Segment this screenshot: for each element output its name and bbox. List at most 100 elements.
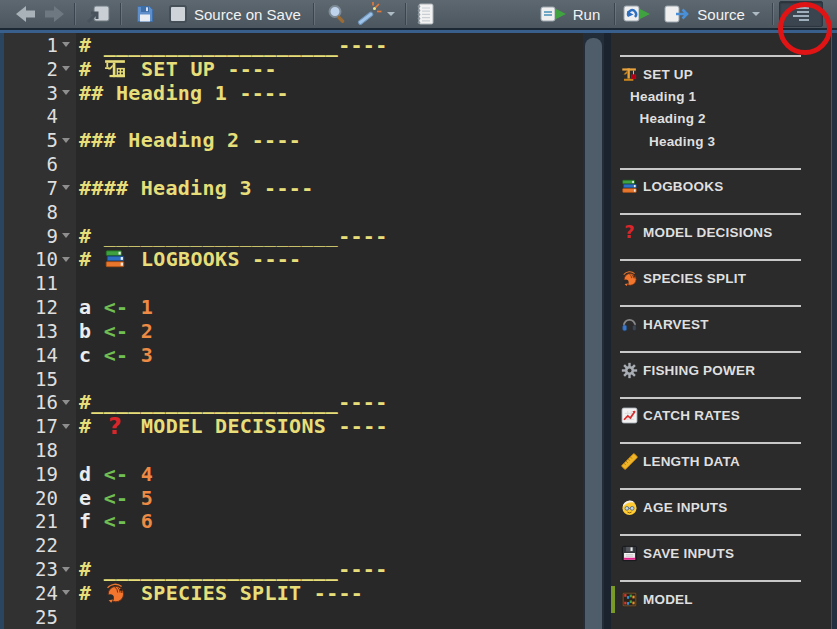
code-line[interactable]: c <- 3 — [76, 343, 583, 367]
document-outline-toggle-button[interactable] — [779, 1, 823, 27]
editor-line[interactable]: 24# SPECIES SPLIT ---- — [4, 581, 583, 605]
code-line[interactable]: a <- 1 — [76, 295, 583, 319]
code-line[interactable]: ## Heading 1 ---- — [76, 81, 583, 105]
code-line[interactable] — [76, 104, 583, 128]
source-button[interactable]: Source — [664, 3, 745, 25]
editor-line[interactable]: 4 — [4, 104, 583, 128]
fold-chevron-icon[interactable] — [62, 42, 70, 47]
editor-line[interactable]: 2# SET UP ---- — [4, 57, 583, 81]
outline-item[interactable]: HARVEST — [620, 313, 831, 335]
outline-separator[interactable] — [620, 351, 801, 353]
wand-dropdown-caret[interactable] — [387, 12, 395, 16]
code-line[interactable]: f <- 6 — [76, 510, 583, 534]
editor-line[interactable]: 9# ___________________---- — [4, 224, 583, 248]
fold-chevron-icon[interactable] — [62, 567, 70, 572]
code-line[interactable]: # LOGBOOKS ---- — [76, 247, 583, 271]
scrollbar-thumb[interactable] — [585, 38, 602, 629]
compile-notebook-icon[interactable] — [414, 2, 436, 26]
code-line[interactable]: # SPECIES SPLIT ---- — [76, 581, 583, 605]
fold-chevron-icon[interactable] — [62, 590, 70, 595]
editor-line[interactable]: 11 — [4, 271, 583, 295]
editor-line[interactable]: 3## Heading 1 ---- — [4, 81, 583, 105]
code-tools-wand-icon[interactable] — [356, 2, 383, 26]
code-line[interactable] — [76, 605, 583, 629]
outline-item[interactable]: LOGBOOKS — [620, 176, 831, 198]
code-line[interactable]: #### Heading 3 ---- — [76, 176, 583, 200]
show-in-new-window-icon[interactable] — [85, 3, 111, 25]
fold-chevron-icon[interactable] — [62, 185, 70, 190]
code-line[interactable]: #____________________---- — [76, 390, 583, 414]
outline-item[interactable]: Heading 3 — [620, 130, 831, 152]
editor-line[interactable]: 20e <- 5 — [4, 486, 583, 510]
fold-chevron-icon[interactable] — [62, 138, 70, 143]
source-dropdown-caret[interactable] — [752, 12, 760, 16]
save-icon[interactable] — [135, 4, 155, 24]
outline-separator[interactable] — [620, 213, 801, 215]
editor-line[interactable]: 21f <- 6 — [4, 510, 583, 534]
editor-line[interactable]: 13b <- 2 — [4, 319, 583, 343]
rerun-icon[interactable] — [623, 3, 650, 25]
outline-separator[interactable] — [620, 442, 801, 444]
fold-chevron-icon[interactable] — [62, 424, 70, 429]
editor-line[interactable]: 23# ___________________---- — [4, 557, 583, 581]
editor-line[interactable]: 8 — [4, 200, 583, 224]
editor-line[interactable]: 15 — [4, 367, 583, 391]
search-icon[interactable] — [326, 3, 348, 25]
code-editor[interactable]: 1# ___________________----2# SET UP ----… — [4, 33, 583, 629]
code-line[interactable]: ### Heading 2 ---- — [76, 128, 583, 152]
outline-item[interactable]: SET UP — [620, 63, 831, 85]
outline-separator[interactable] — [620, 534, 801, 536]
editor-line[interactable]: 19d <- 4 — [4, 462, 583, 486]
code-line[interactable]: # SET UP ---- — [76, 57, 583, 81]
code-line[interactable] — [76, 533, 583, 557]
fold-chevron-icon[interactable] — [62, 66, 70, 71]
outline-item[interactable]: FISHING POWER — [620, 359, 831, 381]
editor-line[interactable]: 10# LOGBOOKS ---- — [4, 247, 583, 271]
editor-line[interactable]: 18 — [4, 438, 583, 462]
outline-separator[interactable] — [620, 305, 801, 307]
fold-chevron-icon[interactable] — [62, 233, 70, 238]
editor-line[interactable]: 12a <- 1 — [4, 295, 583, 319]
outline-separator[interactable] — [620, 55, 801, 57]
outline-item[interactable]: AGE INPUTS — [620, 496, 831, 518]
code-line[interactable]: # ___________________---- — [76, 224, 583, 248]
code-line[interactable]: # ? MODEL DECISIONS ---- — [76, 414, 583, 438]
outline-separator[interactable] — [620, 168, 801, 170]
editor-line[interactable]: 14c <- 3 — [4, 343, 583, 367]
code-line[interactable] — [76, 152, 583, 176]
fold-chevron-icon[interactable] — [62, 257, 70, 262]
code-line[interactable] — [76, 200, 583, 224]
back-icon[interactable] — [14, 3, 38, 25]
editor-line[interactable]: 5### Heading 2 ---- — [4, 128, 583, 152]
code-line[interactable]: # ___________________---- — [76, 33, 583, 57]
fold-chevron-icon[interactable] — [62, 90, 70, 95]
outline-separator[interactable] — [620, 259, 801, 261]
code-line[interactable]: b <- 2 — [76, 319, 583, 343]
editor-line[interactable]: 1# ___________________---- — [4, 33, 583, 57]
code-line[interactable]: # ___________________---- — [76, 557, 583, 581]
editor-line[interactable]: 6 — [4, 152, 583, 176]
source-on-save-label[interactable]: Source on Save — [194, 6, 301, 23]
fold-chevron-icon[interactable] — [62, 400, 70, 405]
editor-line[interactable]: 22 — [4, 533, 583, 557]
editor-line[interactable]: 25 — [4, 605, 583, 629]
outline-item[interactable]: ?MODEL DECISIONS — [620, 221, 831, 243]
editor-line[interactable]: 16#____________________---- — [4, 390, 583, 414]
outline-item[interactable]: Heading 1 — [620, 85, 831, 107]
code-line[interactable] — [76, 271, 583, 295]
outline-separator[interactable] — [620, 580, 801, 582]
outline-item[interactable]: CATCH RATES — [620, 405, 831, 427]
outline-item[interactable]: LENGTH DATA — [620, 450, 831, 472]
source-on-save-checkbox[interactable] — [169, 5, 187, 23]
code-line[interactable]: d <- 4 — [76, 462, 583, 486]
run-button[interactable]: Run — [540, 3, 601, 25]
code-line[interactable] — [76, 367, 583, 391]
editor-scrollbar[interactable] — [583, 33, 604, 629]
forward-icon[interactable] — [42, 3, 66, 25]
editor-line[interactable]: 17# ? MODEL DECISIONS ---- — [4, 414, 583, 438]
outline-item[interactable]: SAVE INPUTS — [620, 542, 831, 564]
outline-item[interactable]: Heading 2 — [620, 108, 831, 130]
outline-separator[interactable] — [620, 397, 801, 399]
outline-item[interactable]: SPECIES SPLIT — [620, 267, 831, 289]
outline-item[interactable]: MODEL — [620, 588, 831, 610]
